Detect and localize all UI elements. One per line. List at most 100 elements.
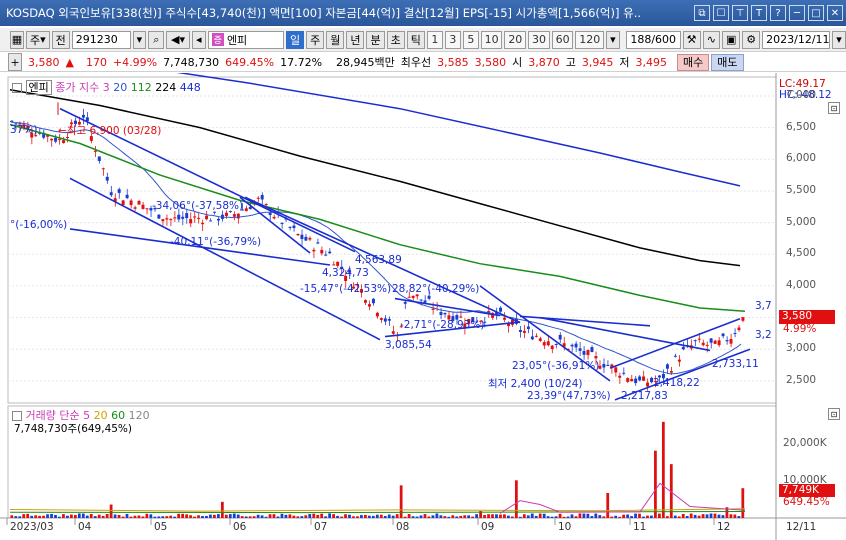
interval-60[interactable]: 60 [551,30,574,49]
candle-body [280,223,284,225]
current-price-tag: 3,580 [779,310,835,324]
period-second[interactable]: 초 [386,30,405,49]
volume-bar [475,514,479,518]
volume-bar [419,515,423,518]
save-icon[interactable]: ▣ [722,30,741,49]
close-icon[interactable]: ✕ [827,5,843,21]
interval-10[interactable]: 10 [480,30,503,49]
candle-body [375,312,379,317]
candle-body [62,140,66,144]
volume-bar [224,514,228,518]
window-pin-icon[interactable]: ⊤ [732,5,748,21]
font-size-icon[interactable]: T [751,5,767,21]
period-year[interactable]: 년 [346,30,365,49]
market-select[interactable]: 주 ▾ [26,30,50,49]
buy-button[interactable]: 매수 [677,53,710,71]
candle-body [105,176,109,181]
chart-tools-icon[interactable]: ⚒ [682,30,701,49]
candle-body [292,225,296,229]
candle-body [236,213,240,219]
candle-body [383,318,387,322]
volume-bar [77,513,81,518]
current-price: 3,580 [28,55,60,69]
candle-body [137,200,141,205]
candle-body [189,219,193,224]
period-tick[interactable]: 틱 [406,30,425,49]
sound-icon[interactable]: ◀▾ [166,30,190,49]
stock-name-field[interactable]: 증 엔피 [207,30,284,49]
interval-dropdown-icon[interactable]: ▾ [605,30,620,49]
volume-bar [427,516,431,518]
interval-30[interactable]: 30 [528,30,550,49]
x-tick-label: 06 [233,521,247,533]
candle-body [419,299,423,301]
volume-bar [312,513,316,518]
calendar-dropdown-icon[interactable]: ▾ [832,30,846,49]
dropdown-icon[interactable]: ▾ [132,30,147,49]
volume-legend-box-icon[interactable] [12,411,22,421]
sell-button[interactable]: 매도 [711,53,744,71]
volume-bar [634,513,637,518]
interval-1[interactable]: 1 [426,30,443,49]
interval-3[interactable]: 3 [444,30,461,49]
stock-code-input[interactable]: 291230 [71,30,131,49]
volume-bar [606,493,610,518]
period-minute[interactable]: 분 [366,30,385,49]
interval-20[interactable]: 20 [504,30,527,49]
volume-panel-maximize-icon[interactable]: ⊡ [828,408,840,420]
period-month[interactable]: 월 [326,30,345,49]
volume-bar [689,513,693,518]
price-chart[interactable] [0,73,846,540]
infobar-toggle-icon[interactable]: + [8,53,22,71]
volume-bar [510,516,514,518]
high-annotation: ←최고 6,900 (03/28) [58,125,162,137]
volume-bar [121,516,125,518]
window-tile-icon[interactable]: ⧉ [694,5,710,21]
volume-bar [650,515,653,518]
volume-bar [252,516,256,518]
legend-stock-name[interactable]: 엔피 [25,80,52,95]
volume-bar [737,516,741,518]
interval-5[interactable]: 5 [462,30,479,49]
maximize-icon[interactable]: □ [808,5,824,21]
volume-bar [14,516,18,518]
volume-bar [534,515,538,518]
candle-body [534,335,538,337]
minimize-icon[interactable]: ─ [789,5,805,21]
indicator-icon[interactable]: ∿ [702,30,721,49]
volume-bar [300,516,304,518]
x-tick-label: 08 [396,521,410,533]
candle-body [363,300,367,303]
volume-bar [193,516,196,518]
annotation-a16: 3,2 [755,329,772,341]
volume-bar [236,514,240,518]
help-icon[interactable]: ? [770,5,786,21]
volume-bar [197,515,200,518]
volume-value: 7,748,730 [163,55,220,69]
window-restore-icon[interactable]: ☐ [713,5,729,21]
candle-body [665,364,669,369]
settings-gear-icon[interactable]: ⚙ [742,30,761,49]
prev-button[interactable]: 전 [51,30,70,49]
candle-body [181,216,185,219]
prev-arrow-icon[interactable]: ◂ [191,30,206,49]
page-count-field[interactable]: 188/600 [625,30,681,49]
volume-bar [673,515,677,518]
volume-bar [642,516,645,518]
volume-bar [550,516,554,518]
period-day[interactable]: 일 [285,30,305,49]
volume-bar [97,514,101,518]
candle-body [546,341,550,346]
panel-maximize-icon[interactable]: ⊡ [828,102,840,114]
panel-toggle-icon[interactable]: ▦ [10,30,24,49]
legend-ma112: 112 [130,81,152,94]
legend-box-icon[interactable] [12,83,22,93]
period-week[interactable]: 주 [306,30,325,49]
volume-bar [101,515,105,518]
volume-bar [614,515,618,518]
interval-120[interactable]: 120 [575,30,604,49]
volume-bar [713,513,717,518]
date-field[interactable]: 2023/12/11 [762,30,831,49]
search-icon[interactable]: ⌕ [148,30,165,49]
annotation-a1: -34,06°(-37,58%) [152,200,244,212]
